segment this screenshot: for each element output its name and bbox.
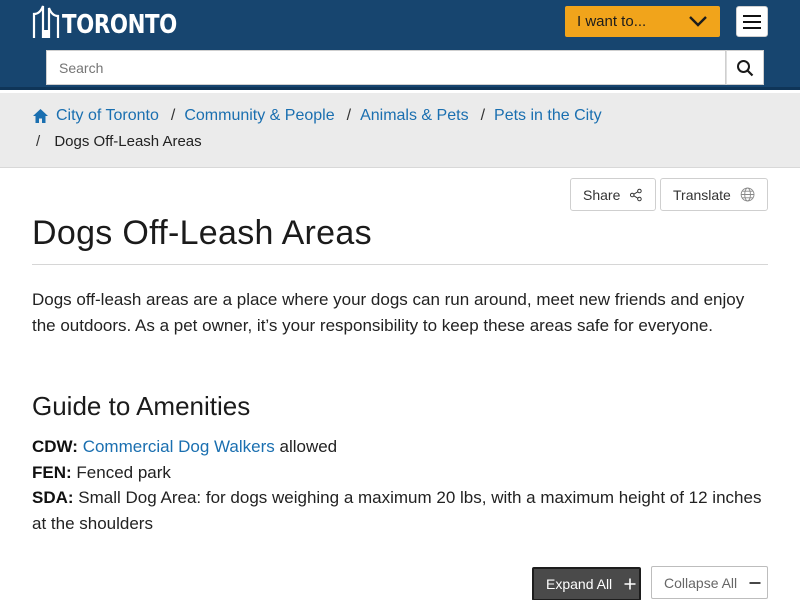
plus-icon <box>624 578 636 590</box>
breadcrumb-link-pets-in-the-city[interactable]: Pets in the City <box>494 107 602 125</box>
breadcrumb-separator: / <box>170 107 176 124</box>
commercial-dog-walkers-link[interactable]: Commercial Dog Walkers <box>83 437 275 456</box>
amenity-code: SDA: <box>32 488 74 507</box>
logo-text: TORONTO <box>62 10 177 40</box>
translate-label: Translate <box>673 186 731 203</box>
share-icon <box>630 188 643 201</box>
share-label: Share <box>583 186 621 203</box>
search-icon <box>737 59 754 76</box>
amenity-item-sda: SDA: Small Dog Area: for dogs weighing a… <box>32 485 768 536</box>
amenity-item-fen: FEN: Fenced park <box>32 460 768 486</box>
menu-button[interactable] <box>736 6 768 37</box>
breadcrumb-separator: / <box>480 107 486 124</box>
breadcrumb-separator: / <box>346 107 352 124</box>
toronto-logo[interactable]: TORONTO <box>32 2 202 38</box>
breadcrumb-link-community-people[interactable]: Community & People <box>184 107 334 125</box>
breadcrumb-link-animals-pets[interactable]: Animals & Pets <box>360 107 468 125</box>
expand-all-button[interactable]: Expand All <box>532 567 641 600</box>
share-button[interactable]: Share <box>570 178 656 211</box>
amenity-code: CDW: <box>32 437 78 456</box>
search-button[interactable] <box>726 50 764 85</box>
amenity-item-cdw: CDW: Commercial Dog Walkers allowed <box>32 434 768 460</box>
hamburger-icon-bar <box>743 14 761 17</box>
hamburger-icon-bar <box>743 20 761 23</box>
globe-icon <box>740 187 755 202</box>
home-icon <box>33 109 48 123</box>
section-title: Guide to Amenities <box>32 391 251 421</box>
amenity-text: allowed <box>274 437 338 456</box>
breadcrumb-separator: / <box>36 133 41 150</box>
amenity-text: Fenced park <box>71 463 171 482</box>
amenity-code: FEN: <box>32 463 72 482</box>
breadcrumb: City of Toronto / Community & People / A… <box>0 93 800 168</box>
hamburger-icon-bar <box>743 26 761 29</box>
collapse-all-label: Collapse All <box>664 574 738 591</box>
search-input[interactable] <box>46 50 726 85</box>
i-want-to-label: I want to... <box>577 13 647 30</box>
title-divider <box>32 264 768 265</box>
breadcrumb-link-city-of-toronto[interactable]: City of Toronto <box>56 107 159 125</box>
site-header: TORONTO I want to... <box>0 0 800 90</box>
translate-button[interactable]: Translate <box>660 178 768 211</box>
i-want-to-dropdown[interactable]: I want to... <box>565 6 720 37</box>
collapse-all-button[interactable]: Collapse All <box>651 566 768 599</box>
intro-paragraph: Dogs off-leash areas are a place where y… <box>32 290 745 335</box>
minus-icon <box>749 581 761 584</box>
chevron-down-icon <box>689 16 707 27</box>
amenity-text: Small Dog Area: for dogs weighing a maxi… <box>32 488 762 533</box>
page-title: Dogs Off-Leash Areas <box>32 214 372 252</box>
breadcrumb-current: Dogs Off-Leash Areas <box>54 133 202 150</box>
city-hall-icon <box>32 5 60 38</box>
expand-all-label: Expand All <box>546 576 613 592</box>
